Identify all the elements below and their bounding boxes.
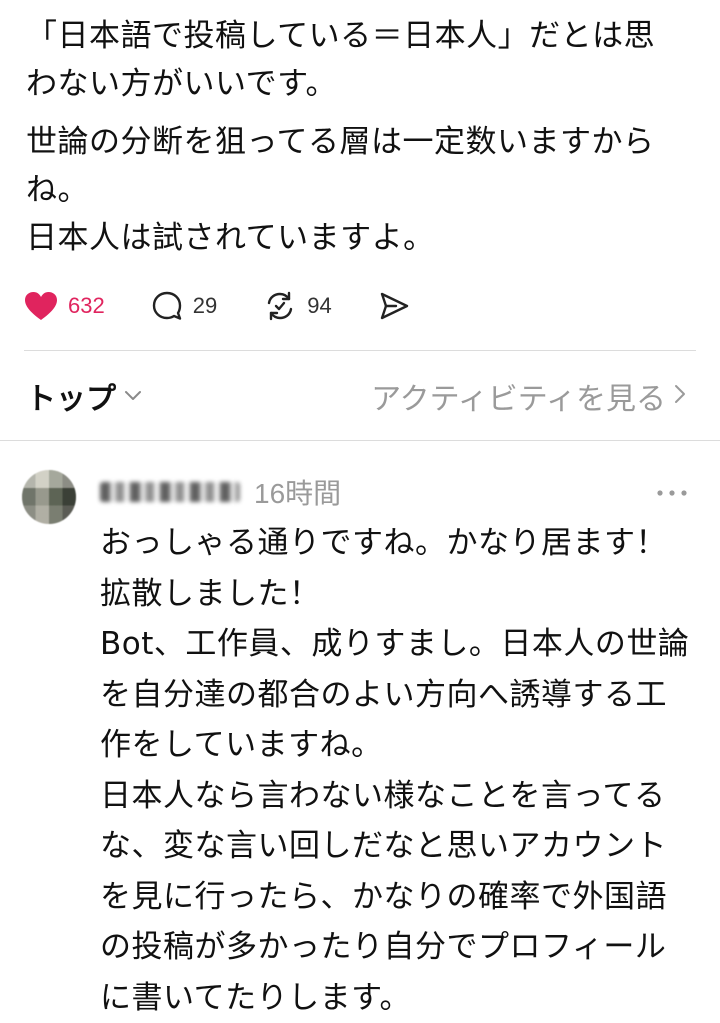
reply-button[interactable]: 29 bbox=[151, 290, 217, 322]
reply-text-line: 拡散しました！ bbox=[100, 569, 700, 620]
avatar[interactable] bbox=[22, 470, 76, 524]
repost-button[interactable]: 94 bbox=[263, 290, 331, 322]
view-activity-link[interactable]: アクティビティを見る bbox=[371, 374, 686, 418]
more-dots-icon bbox=[656, 482, 688, 501]
reply-text-line: を自分達の都合のよい方向へ誘導する工 bbox=[100, 670, 700, 721]
reply-text-line: 日本人なら言わない様なことを言ってる bbox=[100, 771, 700, 822]
like-button[interactable]: 632 bbox=[24, 291, 105, 321]
chevron-down-icon bbox=[124, 387, 142, 406]
username-redacted[interactable] bbox=[100, 482, 240, 502]
post-paragraph: 「日本語で投稿している＝日本人」だとは思 わない方がいいです。 bbox=[26, 12, 706, 108]
post-text-line: 世論の分断を狙ってる層は一定数いますから bbox=[26, 118, 706, 166]
repost-arrows-icon bbox=[263, 290, 297, 322]
more-options-button[interactable] bbox=[656, 482, 688, 501]
reply-body: おっしゃる通りですね。かなり居ます！ 拡散しました！ Bot、工作員、成りすまし… bbox=[100, 518, 700, 1023]
post-paragraph: 世論の分断を狙ってる層は一定数いますから ね。 日本人は試されていますよ。 bbox=[26, 118, 706, 262]
reply-text-line: に書いてたりします。 bbox=[100, 973, 700, 1023]
view-activity-label: アクティビティを見る bbox=[371, 374, 666, 418]
divider bbox=[0, 440, 720, 441]
heart-icon bbox=[24, 291, 58, 321]
reply-text-line: を見に行ったら、かなりの確率で外国語 bbox=[100, 872, 700, 923]
like-count: 632 bbox=[68, 293, 105, 319]
reply-text-line: おっしゃる通りですね。かなり居ます！ bbox=[100, 518, 700, 569]
post-action-bar: 632 29 94 bbox=[24, 284, 456, 328]
reply-count: 29 bbox=[193, 293, 217, 319]
comment-bubble-icon bbox=[151, 290, 183, 322]
reply-text-line: の投稿が多かったり自分でプロフィール bbox=[100, 922, 700, 973]
chevron-right-icon bbox=[674, 384, 686, 408]
post-text-line: ね。 bbox=[26, 166, 706, 214]
reply-text-line: Bot、工作員、成りすまし。日本人の世論 bbox=[100, 619, 700, 670]
send-icon bbox=[378, 291, 410, 321]
reply-header: 16時間 bbox=[100, 474, 341, 510]
post-text-line: 「日本語で投稿している＝日本人」だとは思 bbox=[26, 12, 706, 60]
sort-dropdown[interactable]: トップ bbox=[26, 374, 142, 418]
reply-sort-bar: トップ アクティビティを見る bbox=[26, 368, 686, 424]
sort-label: トップ bbox=[26, 374, 116, 418]
post-text-line: 日本人は試されていますよ。 bbox=[26, 214, 706, 262]
reply-text-line: な、変な言い回しだなと思いアカウント bbox=[100, 821, 700, 872]
divider bbox=[24, 350, 696, 351]
share-button[interactable] bbox=[378, 291, 410, 321]
post-text-line: わない方がいいです。 bbox=[26, 60, 706, 108]
repost-count: 94 bbox=[307, 293, 331, 319]
reply-timestamp: 16時間 bbox=[254, 472, 341, 512]
post-body: 「日本語で投稿している＝日本人」だとは思 わない方がいいです。 世論の分断を狙っ… bbox=[26, 12, 706, 262]
reply-text-line: 作をしていますね。 bbox=[100, 720, 700, 771]
